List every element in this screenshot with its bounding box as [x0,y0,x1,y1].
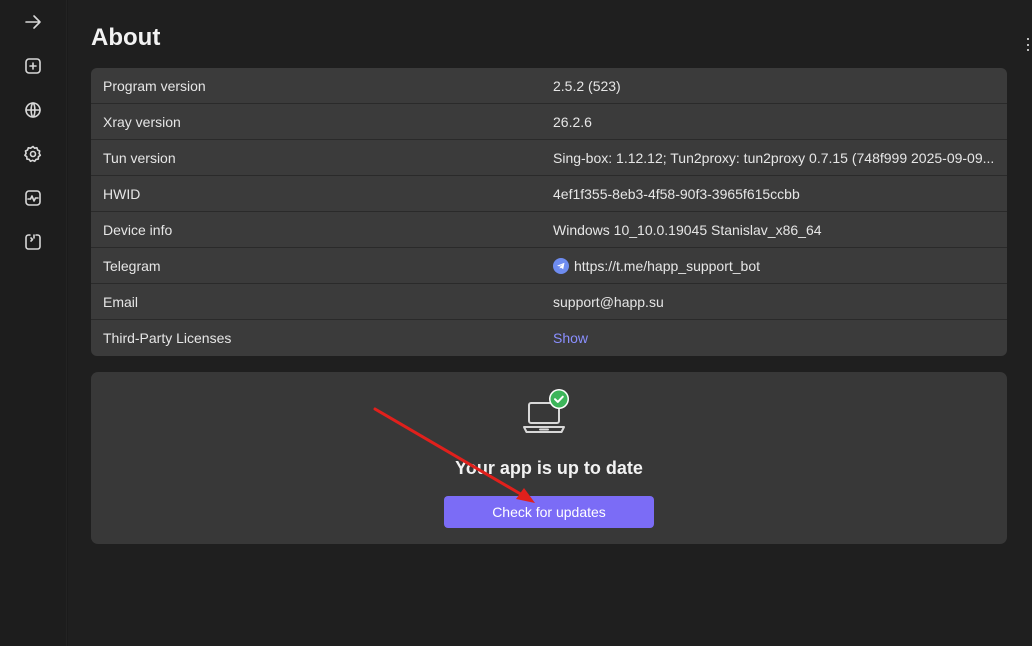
info-label: HWID [103,185,141,202]
update-status-text: Your app is up to date [455,458,643,478]
info-label: Email [103,293,139,310]
info-label: Device info [103,221,173,238]
info-row-xray-version: Xray version 26.2.6 [91,104,1007,140]
info-row-program-version: Program version 2.5.2 (523) [91,68,1007,104]
info-value: Sing-box: 1.12.12; Tun2proxy: tun2proxy … [541,150,1007,166]
telegram-link[interactable]: https://t.me/happ_support_bot [574,258,760,274]
about-info-list: Program version 2.5.2 (523) Xray version… [91,68,1007,356]
info-value: Windows 10_10.0.19045 Stanislav_x86_64 [553,221,822,238]
info-value: https://t.me/happ_support_bot [541,257,1007,274]
check-for-updates-button[interactable]: Check for updates [444,496,654,528]
info-row-hwid: HWID 4ef1f355-8eb3-4f58-90f3-3965f615ccb… [91,176,1007,212]
info-row-tun-version: Tun version Sing-box: 1.12.12; Tun2proxy… [91,140,1007,176]
info-value: support@happ.su [553,293,664,310]
activity-monitor-icon[interactable] [20,185,46,211]
info-label: Xray version [103,113,181,130]
info-value: Show [541,330,1007,346]
info-value: 2.5.2 (523) [553,77,621,94]
info-value: 4ef1f355-8eb3-4f58-90f3-3965f615ccbb [553,185,800,202]
info-label: Telegram [103,257,161,274]
sidebar [0,0,67,646]
gear-icon[interactable] [20,141,46,167]
info-value: 26.2.6 [553,113,592,130]
info-row-email: Email support@happ.su [91,284,1007,320]
info-label: Tun version [103,149,176,166]
info-row-device-info: Device info Windows 10_10.0.19045 Stanis… [91,212,1007,248]
main-content: About Program version 2.5.2 (523) Xray v… [68,0,1032,646]
info-row-third-party-licenses: Third-Party Licenses Show [91,320,1007,356]
update-status-card: Your app is up to date Check for updates [91,372,1007,544]
info-value-text: Sing-box: 1.12.12; Tun2proxy: tun2proxy … [553,149,995,166]
info-label: Program version [103,77,206,94]
window-edge-marker [1027,38,1029,51]
page-title: About [91,24,161,51]
laptop-check-icon [523,389,569,433]
info-label: Third-Party Licenses [103,330,232,346]
show-licenses-link[interactable]: Show [553,330,588,346]
telegram-icon [553,257,569,274]
logs-icon[interactable] [20,229,46,255]
globe-icon[interactable] [20,97,46,123]
info-row-telegram: Telegram https://t.me/happ_support_bot [91,248,1007,284]
arrow-right-icon[interactable] [20,9,46,35]
add-square-icon[interactable] [20,53,46,79]
